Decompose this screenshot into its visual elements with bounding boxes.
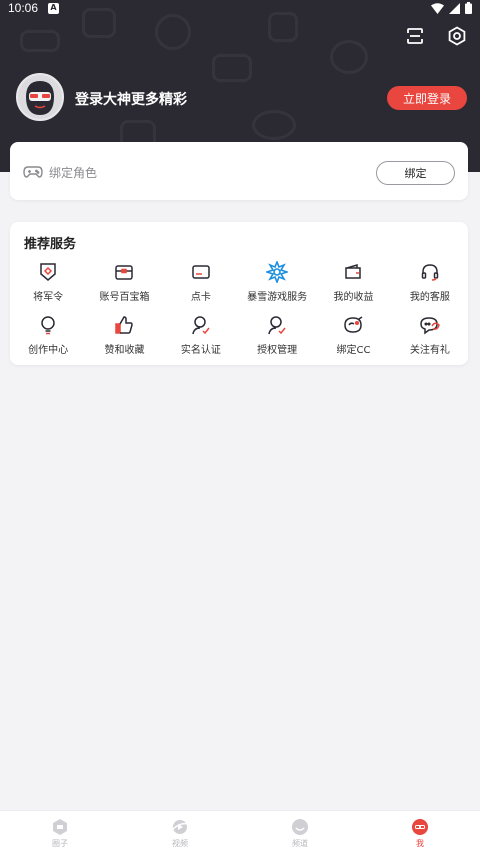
bg-pattern <box>20 30 60 52</box>
nav-channel[interactable]: 频道 <box>240 811 360 854</box>
services-title: 推荐服务 <box>24 237 77 252</box>
service-likes-favorites[interactable]: 赞和收藏 <box>86 313 162 366</box>
service-account-box[interactable]: 账号百宝箱 <box>86 260 162 313</box>
bottom-nav: 圈子 视频 频道 我 <box>0 810 480 854</box>
notification-letter: A <box>50 3 57 12</box>
thumbs-up-icon <box>112 313 136 337</box>
nav-label: 频道 <box>292 839 308 848</box>
service-point-card[interactable]: 点卡 <box>163 260 239 313</box>
battery-icon <box>465 2 472 14</box>
bg-pattern <box>330 40 368 74</box>
service-label: 账号百宝箱 <box>99 292 150 303</box>
service-label: 赞和收藏 <box>104 345 145 356</box>
service-auth-management[interactable]: 授权管理 <box>239 313 315 366</box>
status-bar: 10:06 A <box>0 0 480 16</box>
scan-icon[interactable] <box>404 25 426 47</box>
lightbulb-icon <box>36 313 60 337</box>
wifi-icon <box>431 2 444 14</box>
service-customer-support[interactable]: 我的客服 <box>392 260 468 313</box>
service-label: 暴雪游戏服务 <box>247 292 308 303</box>
channel-icon <box>292 819 308 835</box>
service-earnings[interactable]: 我的收益 <box>315 260 391 313</box>
nav-label: 视频 <box>172 839 188 848</box>
headset-icon <box>418 260 442 284</box>
video-icon <box>171 820 189 834</box>
nav-label: 圈子 <box>52 839 68 848</box>
service-creator-center[interactable]: 创作中心 <box>10 313 86 366</box>
signal-icon <box>449 2 460 14</box>
user-verified-icon <box>189 313 213 337</box>
recommended-services: 推荐服务 将军令 账号百宝箱 点卡 暴雪游戏服务 我的收益 我的客服 创作中心 … <box>10 222 468 365</box>
circle-icon <box>53 819 67 835</box>
wallet-icon <box>341 260 365 284</box>
bg-pattern <box>155 14 191 50</box>
bg-pattern <box>252 110 296 140</box>
nav-video[interactable]: 视频 <box>120 811 240 854</box>
service-label: 点卡 <box>190 292 211 303</box>
shield-icon <box>36 260 60 284</box>
avatar[interactable] <box>16 73 64 121</box>
treasure-box-icon <box>112 260 136 284</box>
service-label: 绑定CC <box>336 345 371 356</box>
bind-role-label: 绑定角色 <box>49 166 98 180</box>
settings-icon[interactable] <box>446 25 468 47</box>
notification-icon: A <box>48 2 60 14</box>
gamepad-icon <box>23 166 43 178</box>
service-blizzard[interactable]: 暴雪游戏服务 <box>239 260 315 313</box>
service-bind-cc[interactable]: 绑定CC <box>315 313 391 366</box>
service-follow-gift[interactable]: 关注有礼 <box>392 313 468 366</box>
chat-gift-icon <box>418 313 442 337</box>
card-icon <box>189 260 213 284</box>
login-button[interactable]: 立即登录 <box>387 86 467 110</box>
service-real-name-verify[interactable]: 实名认证 <box>163 313 239 366</box>
service-label: 我的收益 <box>333 292 374 303</box>
blizzard-icon <box>265 260 289 284</box>
me-icon <box>412 819 428 835</box>
services-grid: 将军令 账号百宝箱 点卡 暴雪游戏服务 我的收益 我的客服 创作中心 赞和收藏 … <box>10 260 468 366</box>
service-general-token[interactable]: 将军令 <box>10 260 86 313</box>
service-label: 关注有礼 <box>409 345 450 356</box>
bg-pattern <box>212 54 252 82</box>
bind-role-card: 绑定角色 绑定 <box>10 142 468 200</box>
service-label: 我的客服 <box>409 292 450 303</box>
nav-label: 我 <box>416 839 424 848</box>
login-prompt[interactable]: 登录大神更多精彩 <box>75 89 187 109</box>
service-label: 实名认证 <box>180 345 221 356</box>
nav-me[interactable]: 我 <box>360 811 480 854</box>
status-time: 10:06 <box>8 1 39 15</box>
user-auth-icon <box>265 313 289 337</box>
service-label: 授权管理 <box>257 345 298 356</box>
cc-icon <box>341 313 365 337</box>
bg-pattern <box>268 12 298 42</box>
service-label: 将军令 <box>33 292 64 303</box>
nav-circle[interactable]: 圈子 <box>0 811 120 854</box>
ninja-avatar-icon <box>18 75 62 119</box>
bind-button[interactable]: 绑定 <box>376 161 455 185</box>
service-label: 创作中心 <box>28 345 69 356</box>
